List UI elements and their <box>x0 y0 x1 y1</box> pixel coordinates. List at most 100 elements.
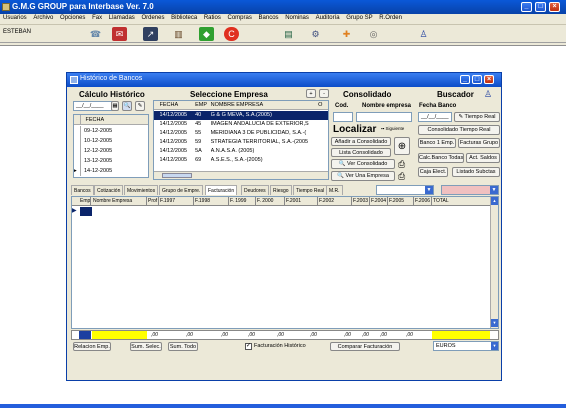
pencil-icon[interactable]: ✎ <box>135 101 145 111</box>
globe-icon[interactable]: ⊕ <box>394 137 410 155</box>
printer-icon[interactable]: ⎙ <box>398 159 405 170</box>
search-icon[interactable]: 🔍 <box>122 101 132 111</box>
tiempo-real-button[interactable]: ✎ Tiempo Real <box>454 112 500 122</box>
menu-usuarios[interactable]: Usuarios <box>0 14 29 21</box>
vertical-scrollbar[interactable]: ▲ ▼ <box>490 197 498 328</box>
tab-cotizacion[interactable]: Cotización <box>94 185 124 195</box>
calc-date-input[interactable]: __/__/____ <box>73 101 113 111</box>
siguiente-button[interactable]: ▪▪ Siguiente <box>381 126 404 131</box>
ver-empresa-button[interactable]: 🔍 Ver Una Empresa <box>331 171 395 181</box>
selected-cell[interactable] <box>80 207 92 216</box>
scrollbar-thumb[interactable] <box>162 173 192 178</box>
chevron-down-icon[interactable]: ▼ <box>490 186 498 194</box>
facturas-grupo-button[interactable]: Facturas Grupo <box>458 138 500 148</box>
comparar-facturacion-button[interactable]: Comparar Facturación <box>330 342 400 351</box>
tab-bancos[interactable]: Bancos <box>71 185 94 195</box>
chevron-down-icon[interactable]: ▼ <box>425 186 433 194</box>
lista-consolidado-button[interactable]: Lista Consolidado <box>331 148 391 157</box>
list-item[interactable]: 10-12-2005 <box>74 136 148 146</box>
listado-subctas-button[interactable]: Listado Subctas <box>452 167 500 177</box>
maximize-button[interactable]: □ <box>535 2 546 12</box>
list-item[interactable]: 13-12-2005 <box>74 156 148 166</box>
calc-banco-todas-button[interactable]: Calc.Banco Todas <box>418 153 464 163</box>
fecha-banco-input[interactable]: __/__/____ <box>418 112 452 122</box>
user-icon[interactable]: ♙ <box>484 89 496 99</box>
puzzle-icon[interactable]: ✚ <box>339 27 354 41</box>
menu-grupo-sp[interactable]: Grupo SP <box>343 14 374 21</box>
menu-llamadas[interactable]: Llamadas <box>106 14 137 21</box>
c-logo-icon[interactable]: C <box>224 27 239 41</box>
globe-icon[interactable]: ◎ <box>366 27 381 41</box>
tab-grupo-empre[interactable]: Grupo de Empre. <box>159 185 204 195</box>
chevron-up-icon[interactable]: ▲ <box>491 197 498 205</box>
phone-icon[interactable]: ☎ <box>88 27 103 41</box>
calc-fecha-header: FECHA <box>85 117 105 123</box>
chevron-down-icon[interactable]: ▼ <box>491 319 498 327</box>
currency-select[interactable]: EUROS <box>433 341 499 351</box>
menu-ratios[interactable]: Ratios <box>201 14 223 21</box>
consolidado-tiempo-real-button[interactable]: Consolidado Tiempo Real <box>418 125 500 135</box>
anadir-consolidado-button[interactable]: Añadir a Consolidado <box>331 137 391 146</box>
table-row[interactable]: 14/12/2005 59 STRATEGIA TERRITORIAL, S.A… <box>154 138 328 147</box>
tab-facturacion[interactable]: Facturación <box>205 185 238 195</box>
settings-icon[interactable]: ⚙ <box>308 27 323 41</box>
cod-label: Cod. <box>335 103 349 109</box>
taskbar <box>0 404 566 408</box>
menu-compras[interactable]: Compras <box>225 14 254 21</box>
menu-ordenes[interactable]: Ordenes <box>138 14 166 21</box>
cube-icon[interactable]: ◆ <box>199 27 214 41</box>
table-row[interactable]: 14/12/2005 40 G & G MEVA, S.A.(2005) <box>154 111 328 120</box>
nav-minus-button[interactable]: - <box>319 89 329 98</box>
child-close-button[interactable]: × <box>484 75 494 84</box>
tab-tiempo-real[interactable]: Tiempo Real <box>293 185 328 195</box>
tab-mr[interactable]: M.R. <box>326 185 343 195</box>
fax-icon[interactable]: ✉ <box>112 27 127 41</box>
pink-select[interactable]: ▼ <box>441 185 499 195</box>
menu-auditoria[interactable]: Auditoría <box>313 14 342 21</box>
menu-archivo[interactable]: Archivo <box>30 14 55 21</box>
printer-icon[interactable]: ⎙ <box>398 171 405 182</box>
close-button[interactable]: × <box>549 2 560 12</box>
document-icon[interactable]: ▤ <box>281 27 296 41</box>
minimize-button[interactable]: _ <box>521 2 532 12</box>
caja-elect-button[interactable]: Caja Elect. <box>418 167 448 177</box>
sum-selec-button[interactable]: Sum. Selec. <box>130 342 162 351</box>
localizar-button[interactable]: Localizar <box>333 124 376 135</box>
sum-todo-button[interactable]: Sum. Todo <box>168 342 198 351</box>
books-icon[interactable]: ▥ <box>171 27 186 41</box>
ver-consolidado-button[interactable]: 🔍 Ver Consolidado <box>331 159 395 169</box>
chevron-down-icon[interactable]: ▼ <box>491 342 498 350</box>
menu-biblioteca[interactable]: Biblioteca <box>168 14 199 21</box>
cod-input[interactable] <box>333 112 353 122</box>
tab-riesgo[interactable]: Riesgo <box>270 185 292 195</box>
table-row[interactable]: 14/12/2005 5A A.N.A.S.A. (2005) <box>154 147 328 156</box>
tab-deudores[interactable]: Deudores <box>241 185 269 195</box>
act-saldos-button[interactable]: Act. Saldos <box>466 153 500 163</box>
nombre-empresa-input[interactable] <box>356 112 412 122</box>
table-row[interactable]: 14/12/2005 45 IMAGEN ANDALUCIA DE EXTERI… <box>154 120 328 129</box>
relacion-emp-button[interactable]: Relacion Emp. <box>73 342 111 351</box>
calendar-icon[interactable]: ▦ <box>111 101 119 111</box>
col-f2004: F.2004 <box>371 197 388 206</box>
menu-fax[interactable]: Fax <box>89 14 104 21</box>
banco-1-emp-button[interactable]: Banco 1 Emp. <box>418 138 456 148</box>
menu-r-orden[interactable]: R.Orden <box>376 14 404 21</box>
fact-historico-checkbox[interactable]: ✓ <box>245 343 252 350</box>
menu-opciones[interactable]: Opciones <box>57 14 87 21</box>
user-icon[interactable]: ♙ <box>416 27 431 41</box>
table-row[interactable]: 14/12/2005 69 A.S.E.S., S.A.-(2005) <box>154 156 328 165</box>
table-row[interactable]: 14/12/2005 55 MERIDIANA 3 DE PUBLICIDAD,… <box>154 129 328 138</box>
list-item[interactable]: 12-12-2005 <box>74 146 148 156</box>
horizontal-scrollbar[interactable] <box>154 171 328 179</box>
menu-nominas[interactable]: Nominas <box>282 14 311 21</box>
filter-select[interactable]: ▼ <box>376 185 434 195</box>
chart-icon[interactable]: ↗ <box>143 27 158 41</box>
nav-plus-button[interactable]: + <box>306 89 316 98</box>
menu-bancos[interactable]: Bancos <box>256 14 281 21</box>
tab-movimientos[interactable]: Movimientos <box>124 185 159 195</box>
child-minimize-button[interactable]: _ <box>460 75 470 84</box>
list-item[interactable]: ▸ 14-12-2005 <box>74 166 148 176</box>
list-item[interactable]: 09-12-2005 <box>74 126 148 136</box>
col-f2003: F.2003 <box>353 197 370 206</box>
child-maximize-button[interactable]: □ <box>472 75 482 84</box>
